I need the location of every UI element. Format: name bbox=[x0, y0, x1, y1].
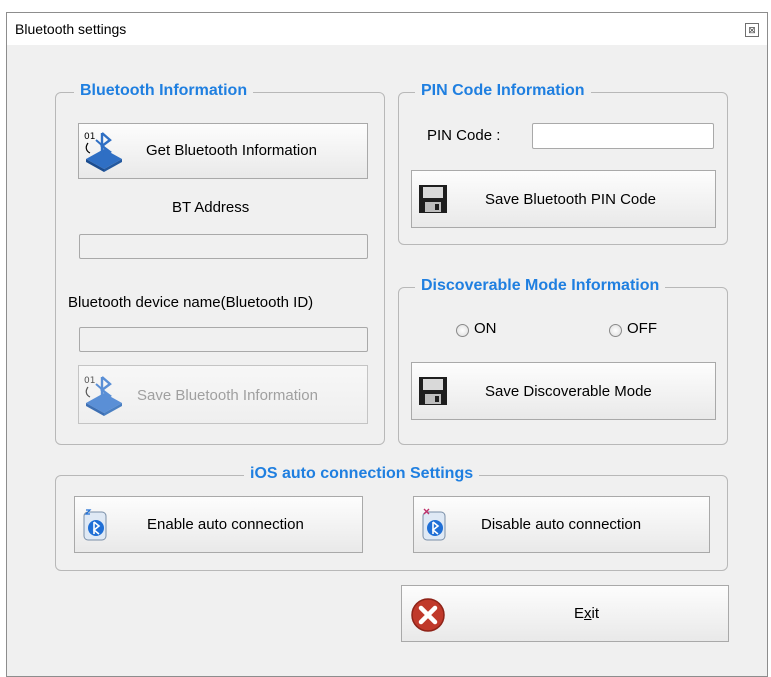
pin-code-information-legend: PIN Code Information bbox=[415, 82, 591, 100]
floppy-disk-icon bbox=[419, 377, 447, 405]
bluetooth-phone-icon bbox=[83, 509, 107, 541]
pin-code-information-group: PIN Code Information PIN Code : Save Blu… bbox=[398, 82, 728, 245]
exit-label-post: it bbox=[591, 605, 600, 622]
title-bar: Bluetooth settings ⊠ bbox=[7, 13, 767, 45]
get-bluetooth-information-button[interactable]: 01 Get Bluetooth Information bbox=[78, 123, 368, 179]
pin-code-label: PIN Code : bbox=[427, 127, 501, 144]
save-bluetooth-information-button[interactable]: 01 Save Bluetooth Information bbox=[78, 365, 368, 424]
discoverable-mode-information-group: Discoverable Mode Information ON OFF Sav… bbox=[398, 277, 728, 445]
floppy-disk-icon bbox=[419, 185, 447, 213]
close-icon[interactable]: ⊠ bbox=[745, 23, 759, 37]
bluetooth-device-name-label: Bluetooth device name(Bluetooth ID) bbox=[68, 294, 314, 311]
on-radio[interactable] bbox=[456, 324, 469, 337]
bluetooth-information-legend: Bluetooth Information bbox=[74, 82, 254, 100]
pin-code-input[interactable] bbox=[532, 123, 714, 149]
off-radio-label[interactable]: OFF bbox=[627, 320, 657, 337]
bt-address-label: BT Address bbox=[172, 199, 250, 216]
save-bluetooth-pin-code-label: Save Bluetooth PIN Code bbox=[485, 191, 656, 208]
discoverable-mode-information-legend: Discoverable Mode Information bbox=[415, 277, 666, 295]
enable-auto-connection-label: Enable auto connection bbox=[147, 516, 304, 533]
disable-auto-connection-button[interactable]: Disable auto connection bbox=[413, 496, 710, 553]
bluetooth-info-icon: 01 bbox=[84, 132, 122, 172]
bluetooth-information-group: Bluetooth Information 01 Get Bluetooth I… bbox=[55, 82, 385, 445]
bluetooth-device-name-field[interactable] bbox=[79, 327, 368, 352]
save-discoverable-mode-label: Save Discoverable Mode bbox=[485, 383, 652, 400]
bt-address-field[interactable] bbox=[79, 234, 368, 259]
bluetooth-phone-icon bbox=[422, 508, 446, 541]
disable-auto-connection-label: Disable auto connection bbox=[481, 516, 642, 533]
ios-auto-connection-settings-legend: iOS auto connection Settings bbox=[244, 465, 480, 483]
save-bluetooth-information-label: Save Bluetooth Information bbox=[137, 387, 318, 404]
bluetooth-settings-window: Bluetooth settings ⊠ Bluetooth Informati… bbox=[6, 12, 768, 677]
save-bluetooth-pin-code-button[interactable]: Save Bluetooth PIN Code bbox=[411, 170, 716, 228]
exit-label-underline: x bbox=[584, 605, 592, 622]
window-title: Bluetooth settings bbox=[15, 21, 127, 37]
enable-auto-connection-button[interactable]: Enable auto connection bbox=[74, 496, 363, 553]
off-radio[interactable] bbox=[609, 324, 622, 337]
bluetooth-info-icon: 01 bbox=[84, 376, 122, 416]
icon-number-text: 01 bbox=[84, 376, 95, 386]
ios-auto-connection-settings-group: iOS auto connection Settings Enable auto… bbox=[55, 465, 728, 571]
get-bluetooth-information-label: Get Bluetooth Information bbox=[146, 142, 317, 159]
exit-label-pre: E bbox=[574, 605, 585, 622]
on-radio-label[interactable]: ON bbox=[474, 320, 497, 337]
exit-button[interactable]: Exit bbox=[401, 585, 729, 642]
exit-label: Exit bbox=[574, 605, 599, 622]
exit-icon bbox=[411, 598, 445, 632]
save-discoverable-mode-button[interactable]: Save Discoverable Mode bbox=[411, 362, 716, 420]
icon-number-text: 01 bbox=[84, 132, 95, 142]
